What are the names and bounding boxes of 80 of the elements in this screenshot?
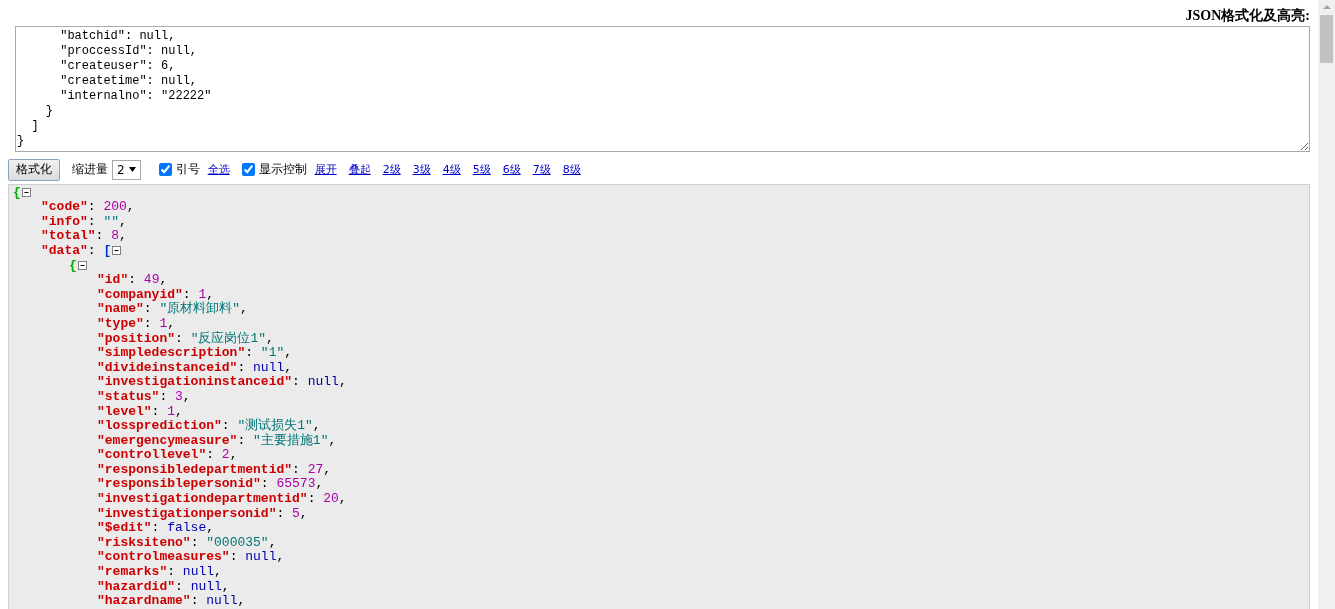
json-value: 200,	[103, 199, 135, 215]
json-value: 49,	[143, 272, 168, 288]
select-all-link[interactable]: 全选	[207, 162, 230, 178]
bracket: {	[69, 257, 77, 273]
json-key: "lossprediction":	[97, 418, 238, 434]
json-key: "id":	[97, 272, 144, 288]
json-value: "测试损失1",	[237, 418, 321, 434]
json-key: "hazardid":	[97, 578, 191, 594]
indent-select[interactable]: 2	[112, 159, 141, 180]
level-link[interactable]: 2级	[382, 162, 401, 178]
json-value: "",	[103, 213, 127, 229]
json-key: "companyid":	[97, 286, 199, 302]
json-value: "000035",	[206, 534, 277, 550]
collapse-icon[interactable]	[77, 260, 87, 270]
json-key: "total":	[41, 228, 112, 244]
json-key: "simpledescription":	[97, 345, 261, 361]
json-value: 1,	[159, 315, 176, 331]
collapse-icon[interactable]	[21, 187, 31, 197]
collapse-icon[interactable]	[112, 245, 122, 255]
page-scrollbar[interactable]	[1318, 0, 1335, 609]
json-value: 65573,	[276, 476, 324, 492]
level-link[interactable]: 叠起	[348, 162, 371, 178]
json-key: "investigationinstanceid":	[97, 374, 308, 390]
json-value: "原材料卸料",	[159, 301, 248, 317]
level-link[interactable]: 8级	[562, 162, 581, 178]
json-key: "controllevel":	[97, 447, 222, 463]
json-key: "responsiblepersonid":	[97, 476, 277, 492]
json-value: false,	[167, 520, 215, 536]
json-key: "investigationdepartmentid":	[97, 491, 324, 507]
json-key: "position":	[97, 330, 191, 346]
json-value: 2,	[221, 447, 238, 463]
json-key: "$edit":	[97, 520, 168, 536]
json-value: 27,	[307, 461, 332, 477]
level-link[interactable]: 4级	[442, 162, 461, 178]
level-link[interactable]: 展开	[314, 162, 337, 178]
json-key: "type":	[97, 315, 160, 331]
json-key: "responsibledepartmentid":	[97, 461, 308, 477]
json-input-field[interactable]: "batchid": null, "proccessId": null, "createuser": 6, "createtime": null, "internalno": "22222" } ] }	[15, 26, 1310, 152]
json-value: null,	[182, 564, 222, 580]
quote-checkbox[interactable]	[158, 163, 172, 177]
json-value: null,	[307, 374, 347, 390]
json-value: 5,	[292, 505, 308, 521]
level-link[interactable]: 3级	[412, 162, 431, 178]
json-key: "controlmeasures":	[97, 549, 246, 565]
json-value: null,	[253, 359, 293, 375]
bracket: {	[13, 184, 21, 200]
json-key: "level":	[97, 403, 168, 419]
json-key: "name":	[97, 301, 160, 317]
level-link[interactable]: 7级	[532, 162, 551, 178]
json-value: null,	[190, 578, 230, 594]
json-value: 1,	[167, 403, 183, 419]
show-controls-label: 显示控制	[258, 161, 307, 179]
json-value: "主要措施1",	[253, 432, 337, 448]
json-value: 1,	[198, 286, 215, 302]
json-value: "反应岗位1",	[190, 330, 274, 346]
json-key: "hazardname":	[97, 593, 207, 609]
json-key: "status":	[97, 388, 176, 404]
caret-icon	[128, 167, 136, 173]
json-value: "1",	[260, 345, 293, 361]
quote-label: 引号	[175, 161, 200, 179]
format-button[interactable]: 格式化	[8, 158, 60, 181]
show-controls-checkbox[interactable]	[241, 163, 255, 177]
json-key: "risksiteno":	[97, 534, 207, 550]
json-key: "info":	[41, 213, 104, 229]
indent-label: 缩进量	[72, 161, 108, 179]
json-key: "code":	[41, 199, 104, 215]
json-key: "emergencymeasure":	[97, 432, 254, 448]
json-value: 3,	[175, 388, 191, 404]
json-value: 8,	[111, 228, 127, 244]
level-link[interactable]: 6级	[502, 162, 521, 178]
bracket: [	[103, 242, 112, 258]
json-value: null,	[206, 593, 246, 609]
level-link[interactable]: 5级	[472, 162, 491, 178]
json-value: null,	[245, 549, 285, 565]
page-heading: JSON格式化及高亮:	[1185, 7, 1310, 25]
json-value: 20,	[323, 491, 347, 507]
json-key: "investigationpersonid":	[97, 505, 293, 521]
json-key: "remarks":	[97, 564, 183, 580]
json-key: "data":	[41, 242, 104, 258]
json-key: "divideinstanceid":	[97, 359, 254, 375]
